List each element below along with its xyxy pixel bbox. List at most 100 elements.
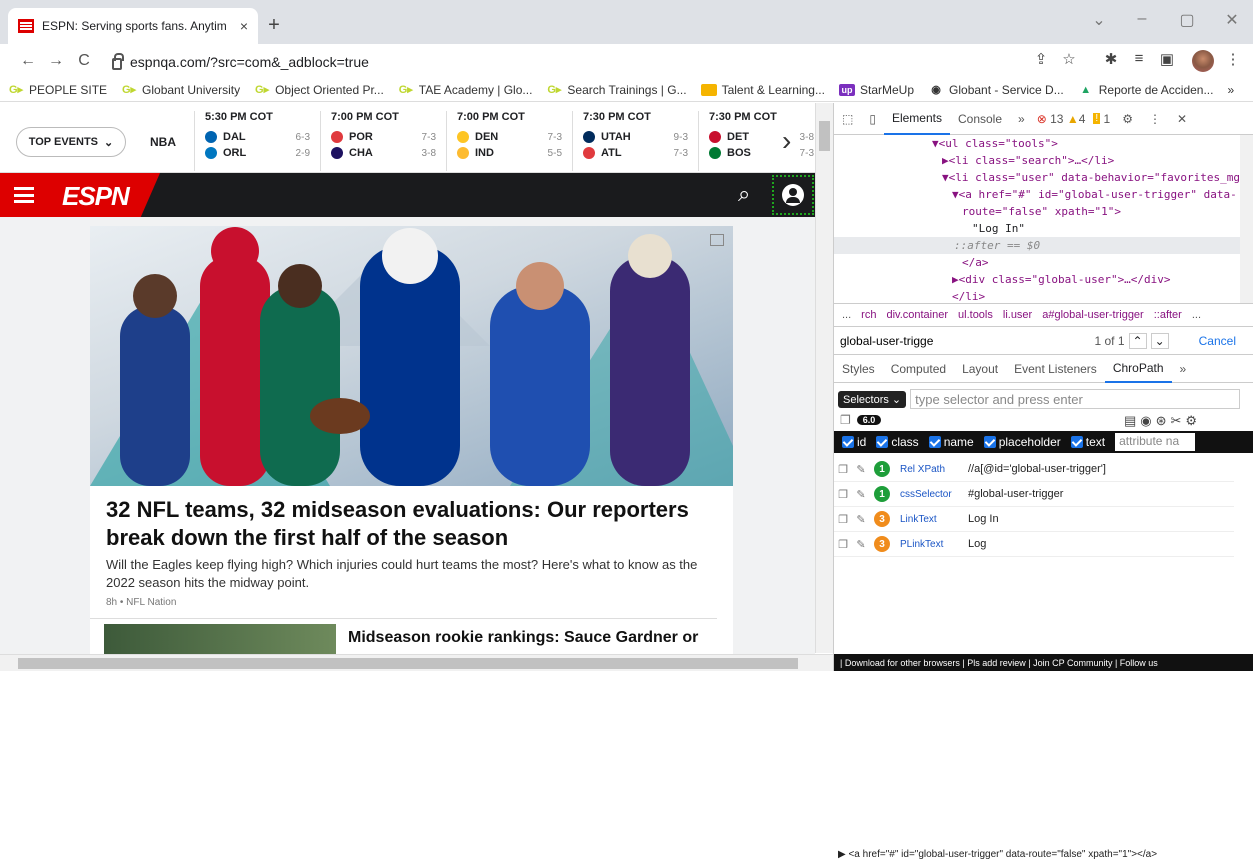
- second-article-headline[interactable]: Midseason rookie rankings: Sauce Gardner…: [348, 629, 698, 647]
- breadcrumb-item[interactable]: li.user: [1003, 309, 1032, 321]
- breadcrumb-item[interactable]: rch: [861, 309, 876, 321]
- side-panel-icon[interactable]: ▣: [1156, 50, 1178, 68]
- bookmark-item[interactable]: G▸ Object Oriented Pr...: [254, 83, 384, 97]
- bookmarks-more-button[interactable]: »: [1227, 83, 1234, 97]
- subtab-layout[interactable]: Layout: [954, 355, 1006, 383]
- dom-node[interactable]: route="false" xpath="1">: [834, 203, 1253, 220]
- chropath-footer[interactable]: | Download for other browsers | Pls add …: [834, 654, 1253, 671]
- selector-value[interactable]: Log: [968, 538, 986, 550]
- tab-search-icon[interactable]: ⌄: [1087, 10, 1111, 30]
- subtab-event-listeners[interactable]: Event Listeners: [1006, 355, 1105, 383]
- breadcrumb-item[interactable]: a#global-user-trigger: [1042, 309, 1144, 321]
- hamburger-menu-icon[interactable]: [14, 187, 34, 203]
- edit-icon[interactable]: ✎: [852, 513, 870, 526]
- subtab-chropath[interactable]: ChroPath: [1104, 355, 1172, 383]
- find-prev-icon[interactable]: ⌃: [1128, 332, 1147, 349]
- reading-list-icon[interactable]: ≡: [1128, 50, 1150, 67]
- tab-close-icon[interactable]: ×: [240, 18, 248, 34]
- dom-node[interactable]: "Log In": [834, 220, 1253, 237]
- checkbox-id[interactable]: id: [842, 435, 866, 449]
- dom-tree[interactable]: ▼<ul class="tools"> ▶<li class="search">……: [834, 135, 1253, 303]
- dom-node[interactable]: ▶<li class="search">…</li>: [834, 152, 1253, 169]
- checkbox-class[interactable]: class: [876, 435, 919, 449]
- copy-icon[interactable]: ❐: [834, 513, 852, 526]
- minimize-button[interactable]: –: [1130, 10, 1154, 28]
- new-tab-button[interactable]: +: [262, 14, 286, 37]
- dom-node[interactable]: ▼<li class="user" data-behavior="favorit…: [834, 169, 1253, 186]
- checkbox-name[interactable]: name: [928, 435, 974, 449]
- espn-logo[interactable]: ESPN: [62, 181, 130, 212]
- breadcrumb-item[interactable]: ::after: [1154, 309, 1182, 321]
- selector-result-row[interactable]: ❐ ✎ 1 cssSelector #global-user-trigger: [834, 482, 1234, 507]
- selector-result-row[interactable]: ❐ ✎ 3 PLinkText Log: [834, 532, 1234, 557]
- dom-node[interactable]: ▼<ul class="tools">: [834, 135, 1253, 152]
- bookmark-item[interactable]: G▸ TAE Academy | Glo...: [398, 83, 533, 97]
- inspect-element-icon[interactable]: ⬚: [834, 103, 861, 135]
- game-score[interactable]: 7:00 PM COT POR 7-3 CHA 3-8: [320, 111, 446, 171]
- reload-button[interactable]: C: [70, 52, 98, 70]
- bookmark-star-icon[interactable]: ☆: [1058, 50, 1080, 68]
- selectors-dropdown[interactable]: Selectors ⌄: [838, 390, 907, 408]
- issues-count[interactable]: ! 1: [1089, 103, 1114, 135]
- chropath-tools-icons[interactable]: ▤◉⊛✂⚙: [1124, 413, 1201, 429]
- selector-input[interactable]: type selector and press enter: [910, 389, 1241, 409]
- menu-icon[interactable]: ⋮: [1222, 50, 1244, 68]
- tab-console[interactable]: Console: [950, 103, 1010, 135]
- second-article-card[interactable]: Midseason rookie rankings: Sauce Gardner…: [90, 618, 717, 654]
- page-horizontal-scrollbar[interactable]: [0, 654, 833, 671]
- copy-icon[interactable]: ❐: [834, 488, 852, 501]
- bookmark-item[interactable]: up StarMeUp: [838, 83, 914, 97]
- bookmark-item[interactable]: Talent & Learning...: [700, 83, 825, 97]
- address-bar[interactable]: espnqa.com/?src=com&_adblock=true: [112, 48, 1112, 76]
- back-button[interactable]: ←: [14, 52, 42, 70]
- bookmark-item[interactable]: ◉ Globant - Service D...: [928, 83, 1064, 97]
- checkbox-text[interactable]: text: [1070, 435, 1105, 449]
- dom-node[interactable]: ▶<div class="global-user">…</div>: [834, 271, 1253, 288]
- close-devtools-icon[interactable]: ✕: [1169, 103, 1195, 135]
- breadcrumb-item[interactable]: ...: [842, 309, 851, 321]
- top-events-dropdown[interactable]: TOP EVENTS ⌄: [16, 127, 126, 157]
- dom-node[interactable]: ▼<a href="#" id="global-user-trigger" da…: [834, 186, 1253, 203]
- scores-next-arrow-icon[interactable]: ›: [782, 125, 791, 157]
- breadcrumb-item[interactable]: ...: [1192, 309, 1201, 321]
- devtools-menu-icon[interactable]: ⋮: [1141, 103, 1169, 135]
- close-window-button[interactable]: ✕: [1220, 10, 1244, 30]
- version-toggle[interactable]: 6.0: [856, 415, 882, 425]
- profile-avatar[interactable]: [1192, 50, 1214, 72]
- selector-value[interactable]: #global-user-trigger: [968, 488, 1063, 500]
- dom-node[interactable]: </a>: [834, 254, 1253, 271]
- subtab--[interactable]: »: [1172, 355, 1195, 383]
- headline-card[interactable]: 32 NFL teams, 32 midseason evaluations: …: [90, 226, 733, 654]
- bookmark-item[interactable]: G▸ Globant University: [121, 83, 240, 97]
- checkbox-placeholder[interactable]: placeholder: [983, 435, 1061, 449]
- game-score[interactable]: 7:00 PM COT DEN 7-3 IND 5-5: [446, 111, 572, 171]
- page-vertical-scrollbar[interactable]: [815, 103, 833, 653]
- breadcrumb-item[interactable]: div.container: [886, 309, 948, 321]
- selector-result-row[interactable]: ❐ ✎ 1 Rel XPath //a[@id='global-user-trig…: [834, 457, 1234, 482]
- edit-icon[interactable]: ✎: [852, 488, 870, 501]
- hero-image[interactable]: [90, 226, 733, 486]
- global-user-trigger[interactable]: [772, 175, 814, 215]
- edit-icon[interactable]: ✎: [852, 463, 870, 476]
- search-icon[interactable]: ⌕: [738, 181, 750, 207]
- extensions-icon[interactable]: ✱: [1100, 50, 1122, 68]
- bookmark-item[interactable]: G▸ PEOPLE SITE: [8, 83, 107, 97]
- edit-icon[interactable]: ✎: [852, 538, 870, 551]
- copy-icon[interactable]: ❐: [840, 413, 851, 427]
- bookmark-item[interactable]: G▸ Search Trainings | G...: [546, 83, 686, 97]
- dom-scrollbar[interactable]: [1240, 135, 1253, 303]
- subtab-styles[interactable]: Styles: [834, 355, 883, 383]
- selector-value[interactable]: Log In: [968, 513, 999, 525]
- device-toolbar-icon[interactable]: ▯: [861, 103, 884, 135]
- breadcrumb-item[interactable]: ul.tools: [958, 309, 993, 321]
- dom-search-input[interactable]: [840, 333, 1020, 348]
- copy-icon[interactable]: ❐: [834, 463, 852, 476]
- dom-node[interactable]: </li>: [834, 288, 1253, 303]
- dom-node[interactable]: ::after == $0: [834, 237, 1253, 254]
- settings-gear-icon[interactable]: ⚙: [1114, 103, 1141, 135]
- article-headline[interactable]: 32 NFL teams, 32 midseason evaluations: …: [106, 496, 716, 552]
- tab-elements[interactable]: Elements: [883, 103, 950, 135]
- game-score[interactable]: 7:30 PM COT DET 3-8 BOS 7-3: [698, 111, 815, 171]
- image-expand-icon[interactable]: [710, 234, 724, 246]
- errors-count[interactable]: ⊗ 13 ▲ 4: [1033, 103, 1090, 135]
